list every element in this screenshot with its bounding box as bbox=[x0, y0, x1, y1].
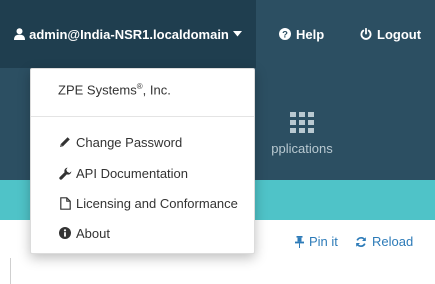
api-documentation-item[interactable]: API Documentation bbox=[58, 162, 188, 184]
about-label: About bbox=[76, 225, 110, 241]
help-label: Help bbox=[296, 26, 325, 42]
user-menu-toggle[interactable]: admin@India-NSR1.localdomain bbox=[0, 0, 256, 68]
wrench-icon bbox=[58, 167, 72, 180]
about-item[interactable]: About bbox=[58, 222, 110, 244]
pin-it-button[interactable]: Pin it bbox=[295, 234, 338, 249]
document-icon bbox=[58, 196, 72, 210]
info-circle-icon bbox=[58, 227, 72, 239]
pencil-icon bbox=[58, 136, 72, 148]
company-name: ZPE Systems®, Inc. bbox=[58, 82, 171, 98]
change-password-label: Change Password bbox=[76, 134, 183, 150]
logout-label: Logout bbox=[377, 26, 422, 42]
question-circle-icon: ? bbox=[279, 28, 291, 40]
user-menu-label: admin@India-NSR1.localdomain bbox=[29, 26, 229, 42]
menu-divider bbox=[31, 116, 254, 117]
pin-it-label: Pin it bbox=[309, 234, 338, 249]
licensing-conformance-label: Licensing and Conformance bbox=[76, 195, 238, 211]
api-documentation-label: API Documentation bbox=[76, 165, 189, 181]
content-divider bbox=[10, 258, 11, 284]
applications-tile-label: pplications bbox=[271, 141, 333, 156]
user-icon bbox=[14, 28, 26, 40]
user-dropdown-menu: ZPE Systems®, Inc. Change Password API D… bbox=[30, 68, 255, 254]
reload-label: Reload bbox=[372, 234, 414, 249]
change-password-item[interactable]: Change Password bbox=[58, 131, 182, 153]
reload-button[interactable]: Reload bbox=[355, 234, 413, 249]
licensing-conformance-item[interactable]: Licensing and Conformance bbox=[58, 192, 238, 214]
logout-link[interactable]: Logout bbox=[360, 0, 421, 75]
svg-text:?: ? bbox=[282, 29, 288, 40]
applications-tile[interactable]: pplications bbox=[262, 110, 342, 172]
refresh-icon bbox=[356, 236, 366, 247]
thumbtack-icon bbox=[295, 235, 304, 248]
help-link[interactable]: ? Help bbox=[279, 0, 324, 75]
power-icon bbox=[360, 28, 372, 40]
grid-icon bbox=[262, 112, 342, 133]
caret-down-icon bbox=[232, 31, 242, 37]
